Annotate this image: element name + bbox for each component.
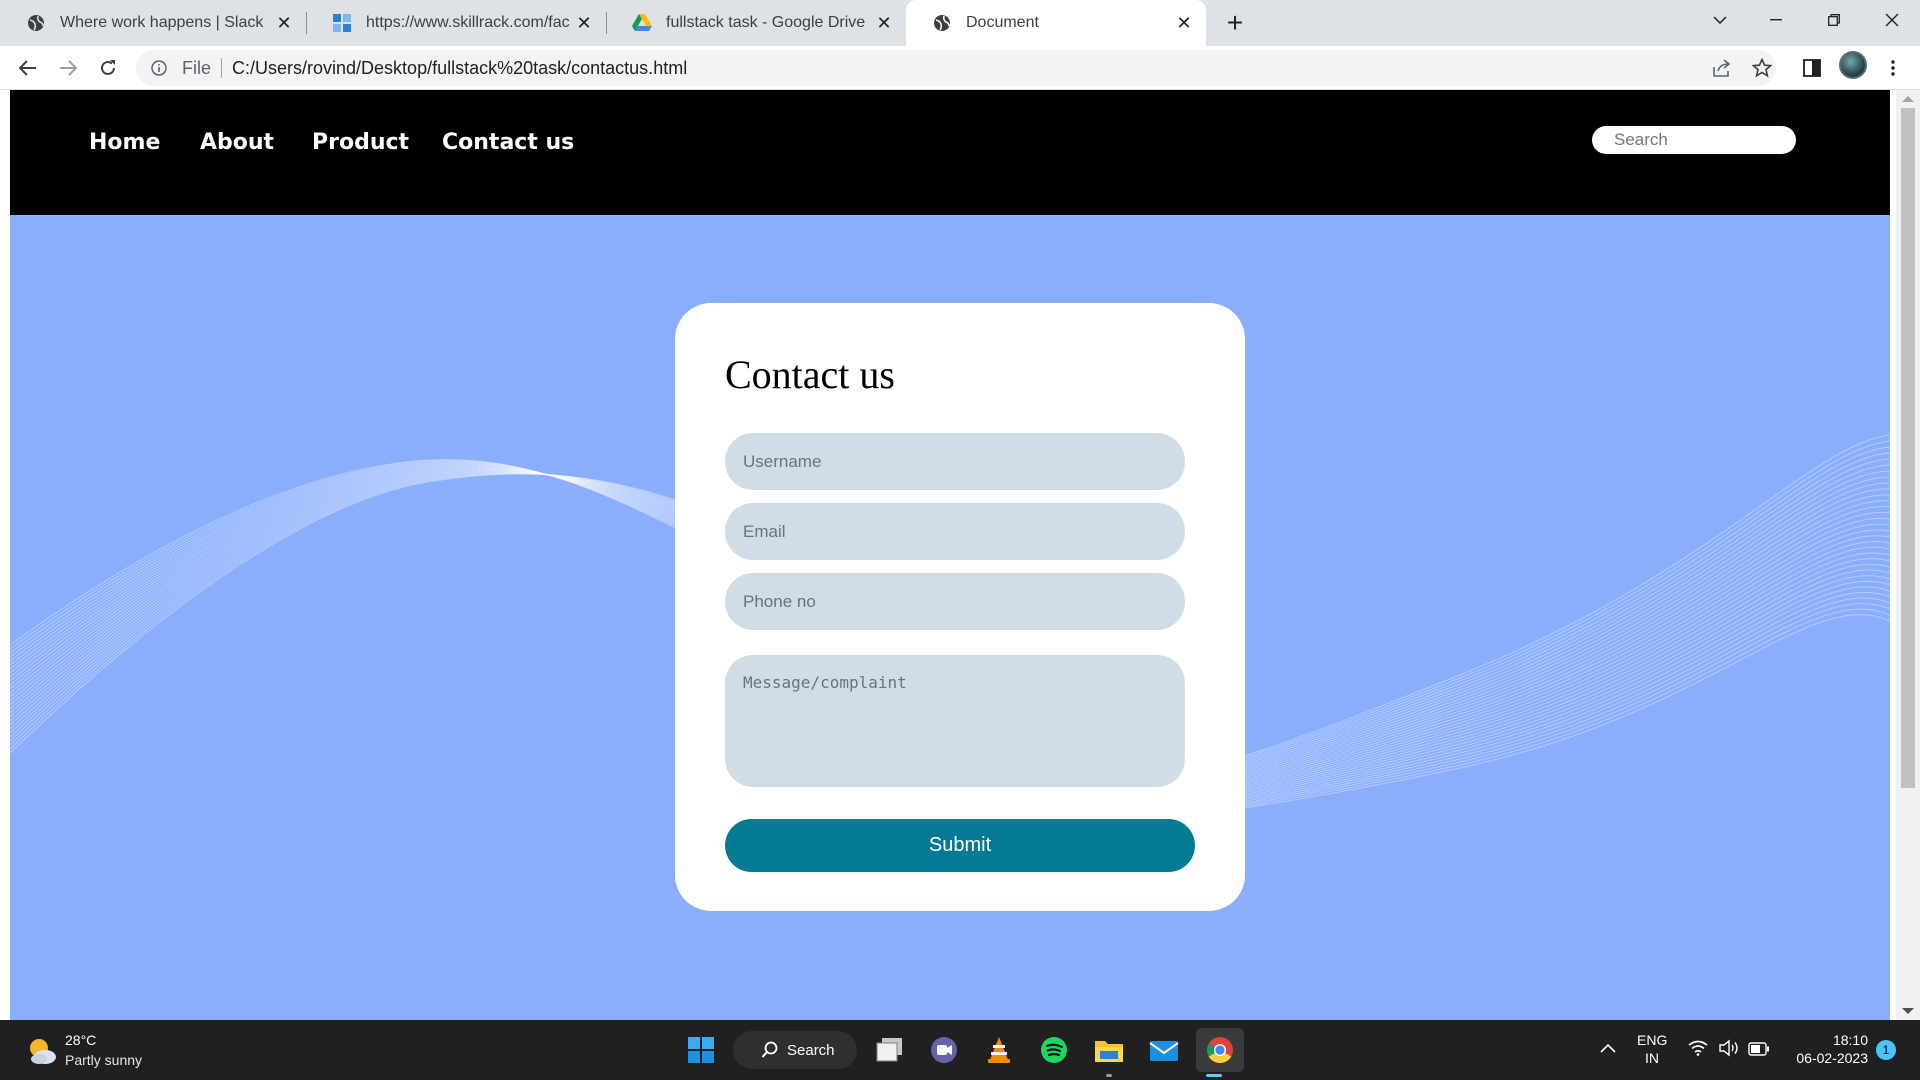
language-indicator[interactable]: ENG IN: [1637, 1032, 1667, 1066]
spotify-icon[interactable]: [1036, 1032, 1072, 1068]
nav-about[interactable]: About: [200, 130, 274, 155]
forward-arrow-icon[interactable]: [52, 52, 84, 84]
tab-search-chevron-icon[interactable]: [1692, 0, 1748, 40]
windows-start-icon[interactable]: [683, 1032, 719, 1068]
mail-icon[interactable]: [1146, 1032, 1182, 1068]
profile-avatar[interactable]: [1839, 51, 1867, 79]
chrome-icon[interactable]: [1196, 1028, 1244, 1072]
page-scrollbar[interactable]: [1896, 90, 1920, 1020]
volume-icon[interactable]: [1718, 1039, 1740, 1060]
url-scheme: File: [182, 57, 212, 78]
wifi-icon[interactable]: [1688, 1040, 1708, 1059]
tab-title: Document: [966, 14, 1039, 31]
active-app-indicator: [1206, 1074, 1222, 1077]
omnibox-divider: [221, 58, 223, 78]
info-icon[interactable]: [150, 59, 168, 77]
skillrack-icon: [332, 13, 352, 33]
share-icon[interactable]: [1708, 54, 1736, 82]
teams-chat-icon[interactable]: [926, 1032, 962, 1068]
browser-tab-strip: Where work happens | Slack ✕ https://www…: [0, 0, 1920, 46]
nav-contact-us[interactable]: Contact us: [442, 130, 574, 155]
page-viewport: Home About Product Contact us Contact us…: [10, 90, 1890, 1020]
show-hidden-icons-chevron-icon[interactable]: [1600, 1040, 1616, 1056]
back-arrow-icon[interactable]: [12, 52, 44, 84]
new-tab-button[interactable]: +: [1218, 6, 1252, 40]
close-icon[interactable]: ✕: [570, 9, 598, 37]
tab-title: fullstack task - Google Drive: [666, 14, 866, 31]
bookmark-star-icon[interactable]: [1748, 54, 1776, 82]
site-search-input[interactable]: [1592, 126, 1796, 154]
message-field[interactable]: [725, 655, 1185, 787]
google-drive-icon: [632, 13, 652, 33]
clock-time: 18:10: [1832, 1032, 1868, 1048]
weather-description[interactable]: Partly sunny: [65, 1052, 142, 1068]
search-icon: [761, 1041, 778, 1058]
reload-icon[interactable]: [92, 52, 124, 84]
nav-product[interactable]: Product: [312, 130, 409, 155]
taskbar-search-label: Search: [787, 1041, 835, 1059]
vlc-icon[interactable]: [981, 1032, 1017, 1068]
weather-temperature[interactable]: 28°C: [65, 1032, 96, 1048]
site-navbar: Home About Product Contact us: [10, 90, 1890, 215]
taskbar-search[interactable]: Search: [733, 1031, 857, 1069]
email-field[interactable]: [725, 503, 1185, 560]
browser-toolbar: File C:/Users/rovind/Desktop/fullstack%2…: [0, 46, 1920, 90]
tab-slack[interactable]: Where work happens | Slack ✕: [0, 0, 306, 46]
tab-google-drive[interactable]: fullstack task - Google Drive ✕: [606, 0, 906, 46]
globe-icon: [932, 13, 952, 33]
close-icon[interactable]: ✕: [870, 9, 898, 37]
task-view-icon[interactable]: [872, 1032, 908, 1068]
notification-badge[interactable]: 1: [1876, 1040, 1896, 1060]
minimize-icon[interactable]: [1748, 0, 1804, 40]
submit-button[interactable]: Submit: [725, 819, 1195, 872]
tab-title: https://www.skillrack.com/faces/c: [366, 14, 570, 31]
clock[interactable]: 18:10 06-02-2023: [1786, 1032, 1868, 1066]
url-text[interactable]: C:/Users/rovind/Desktop/fullstack%20task…: [232, 58, 687, 79]
address-bar[interactable]: File C:/Users/rovind/Desktop/fullstack%2…: [136, 50, 1776, 86]
nav-home[interactable]: Home: [89, 130, 160, 155]
language-code: ENG: [1637, 1032, 1668, 1048]
scroll-down-arrow-icon[interactable]: [1902, 1008, 1914, 1014]
restore-icon[interactable]: [1806, 0, 1862, 40]
scroll-up-arrow-icon[interactable]: [1902, 96, 1914, 102]
region-code: IN: [1645, 1050, 1659, 1066]
username-field[interactable]: [725, 433, 1185, 490]
tab-skillrack[interactable]: https://www.skillrack.com/faces/c ✕: [306, 0, 606, 46]
tab-document[interactable]: Document ✕: [906, 0, 1206, 46]
windows-taskbar: 28°C Partly sunny Search ENG IN 18:10 06…: [0, 1020, 1920, 1080]
form-title: Contact us: [725, 352, 895, 397]
close-icon[interactable]: ✕: [270, 9, 298, 37]
side-panel-icon[interactable]: [1798, 54, 1826, 82]
file-explorer-icon[interactable]: [1091, 1032, 1127, 1068]
more-options-icon[interactable]: [1879, 54, 1907, 82]
close-icon[interactable]: ✕: [1170, 9, 1198, 37]
tab-title: Where work happens | Slack: [60, 14, 264, 31]
battery-icon[interactable]: [1748, 1042, 1770, 1059]
clock-date: 06-02-2023: [1796, 1050, 1868, 1066]
scrollbar-thumb[interactable]: [1901, 108, 1915, 788]
running-indicator: [1106, 1074, 1112, 1077]
partly-sunny-icon[interactable]: [26, 1035, 58, 1067]
phone-field[interactable]: [725, 573, 1185, 630]
contact-form-card: Contact us Submit: [675, 303, 1245, 911]
globe-icon: [26, 13, 46, 33]
window-close-icon[interactable]: [1864, 0, 1920, 40]
